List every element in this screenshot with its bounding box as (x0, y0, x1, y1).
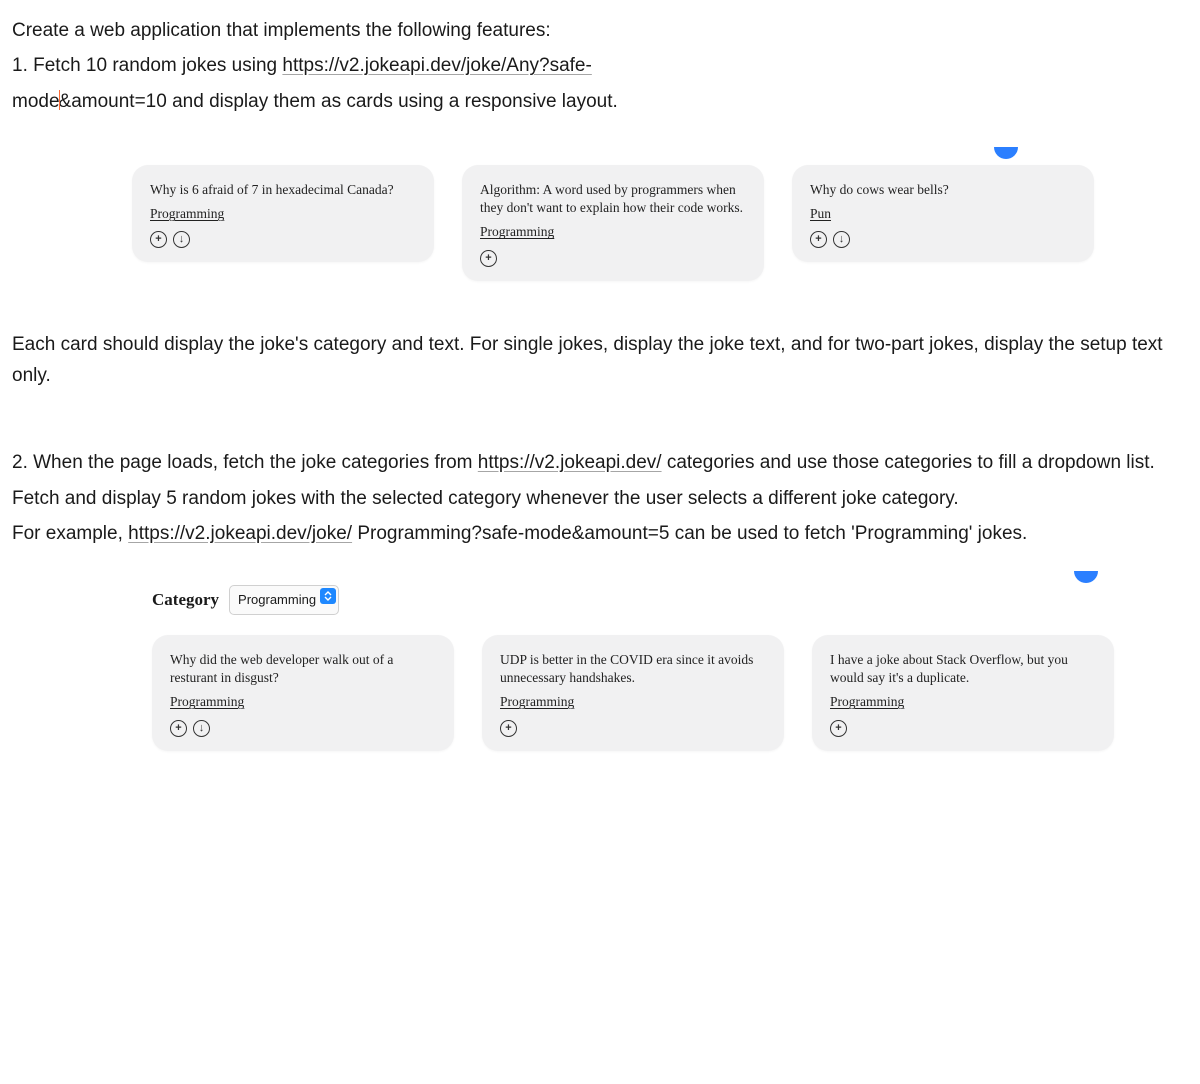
plus-icon[interactable]: + (170, 720, 187, 737)
section2-p3-pre: For example, (12, 523, 128, 544)
select-chevrons-icon (320, 588, 336, 604)
section2-p1-pre: 2. When the page loads, fetch the joke c… (12, 452, 478, 473)
section2-p1-post: categories and use those categories to f… (662, 452, 1155, 473)
joke-card: Algorithm: A word used by programmers wh… (462, 165, 764, 281)
intro-line-3: mode&amount=10 and display them as cards… (12, 86, 1188, 117)
api-jokes-link[interactable]: https://v2.jokeapi.dev/joke/Any?safe- (282, 55, 591, 76)
joke-text: Why is 6 afraid of 7 in hexadecimal Cana… (150, 181, 416, 199)
joke-card: Why do cows wear bells? Pun + ↓ (792, 165, 1094, 262)
plus-icon[interactable]: + (150, 231, 167, 248)
plus-icon[interactable]: + (830, 720, 847, 737)
joke-card: UDP is better in the COVID era since it … (482, 635, 784, 751)
category-label: Category (152, 586, 219, 614)
joke-category[interactable]: Programming (150, 205, 224, 223)
category-bar: Category Programming (152, 585, 1188, 614)
intro-line-2: 1. Fetch 10 random jokes using https://v… (12, 50, 1188, 81)
joke-category[interactable]: Pun (810, 205, 831, 223)
joke-card: Why did the web developer walk out of a … (152, 635, 454, 751)
intro-line-2-text: 1. Fetch 10 random jokes using (12, 55, 282, 76)
intro-line-1: Create a web application that implements… (12, 15, 1188, 46)
joke-category[interactable]: Programming (500, 693, 574, 711)
joke-text: I have a joke about Stack Overflow, but … (830, 651, 1096, 687)
category-selected-value: Programming (238, 592, 316, 607)
joke-category[interactable]: Programming (480, 223, 554, 241)
section2-line3: For example, https://v2.jokeapi.dev/joke… (12, 518, 1188, 549)
plus-icon[interactable]: + (480, 250, 497, 267)
avatar-bubble-icon (1074, 571, 1098, 583)
plus-icon[interactable]: + (810, 231, 827, 248)
joke-category[interactable]: Programming (830, 693, 904, 711)
section2-p3-post: Programming?safe-mode&amount=5 can be us… (352, 523, 1027, 544)
section2-line1: 2. When the page loads, fetch the joke c… (12, 447, 1188, 478)
text-cursor (59, 90, 60, 110)
cards-row-2: Why did the web developer walk out of a … (152, 635, 1188, 751)
intro-line3-pre: mode (12, 91, 60, 112)
joke-text: Algorithm: A word used by programmers wh… (480, 181, 746, 217)
arrow-down-icon[interactable]: ↓ (173, 231, 190, 248)
joke-text: UDP is better in the COVID era since it … (500, 651, 766, 687)
cards-row-1: Why is 6 afraid of 7 in hexadecimal Cana… (132, 165, 1188, 281)
joke-card: I have a joke about Stack Overflow, but … (812, 635, 1114, 751)
arrow-down-icon[interactable]: ↓ (193, 720, 210, 737)
joke-category[interactable]: Programming (170, 693, 244, 711)
api-joke-category-link[interactable]: https://v2.jokeapi.dev/joke/ (128, 523, 352, 544)
joke-text: Why do cows wear bells? (810, 181, 1076, 199)
joke-text: Why did the web developer walk out of a … (170, 651, 436, 687)
api-categories-link[interactable]: https://v2.jokeapi.dev/ (478, 452, 662, 473)
section2-line2: Fetch and display 5 random jokes with th… (12, 483, 1188, 514)
joke-card: Why is 6 afraid of 7 in hexadecimal Cana… (132, 165, 434, 262)
mid-paragraph-1: Each card should display the joke's cate… (12, 329, 1188, 392)
avatar-bubble-icon (994, 147, 1018, 159)
plus-icon[interactable]: + (500, 720, 517, 737)
intro-line3-post: &amount=10 and display them as cards usi… (59, 91, 618, 112)
arrow-down-icon[interactable]: ↓ (833, 231, 850, 248)
category-select[interactable]: Programming (229, 585, 339, 614)
